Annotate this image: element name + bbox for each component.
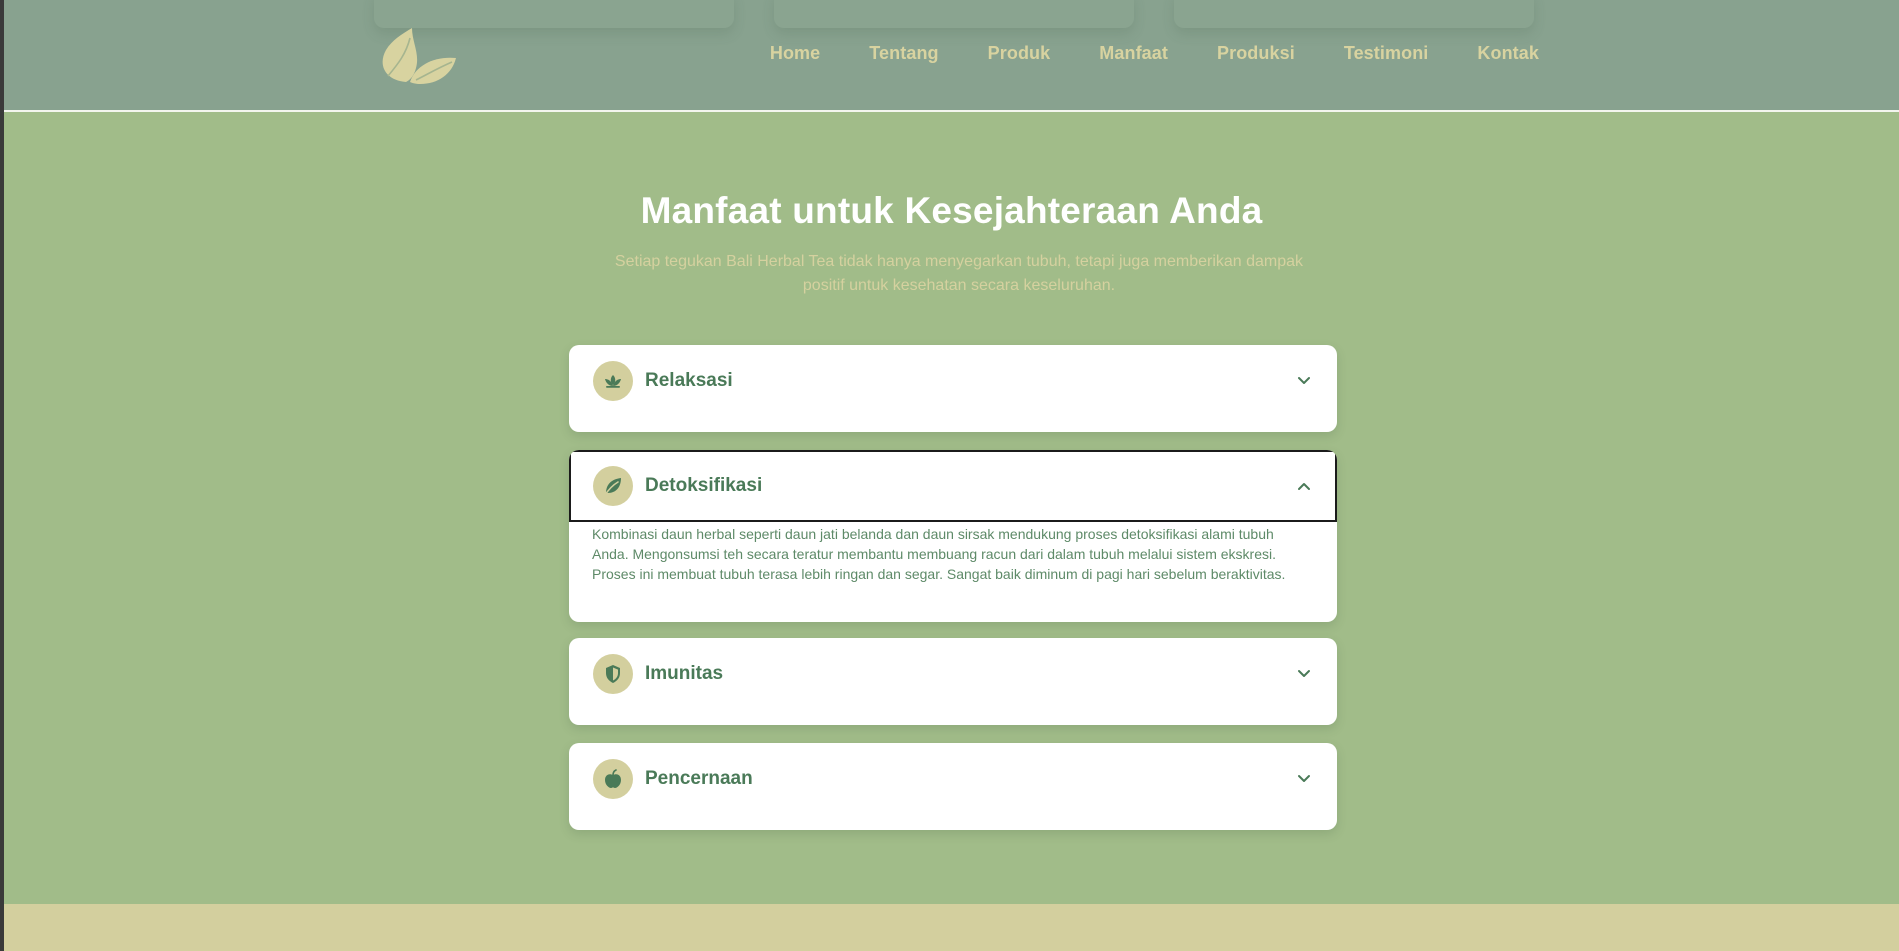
accordion-body-detoksifikasi: Kombinasi daun herbal seperti daun jati … — [592, 526, 1286, 582]
nav-produk[interactable]: Produk — [988, 43, 1051, 64]
leaf-icon — [593, 466, 633, 506]
accordion-header-imunitas[interactable]: Imunitas — [569, 638, 1337, 710]
lotus-icon — [593, 361, 633, 401]
accordion-header-pencernaan[interactable]: Pencernaan — [569, 743, 1337, 815]
chevron-down-icon[interactable] — [1295, 371, 1313, 389]
chevron-down-icon[interactable] — [1295, 664, 1313, 682]
site-header: Home Tentang Produk Manfaat Produksi Tes… — [4, 0, 1899, 112]
chevron-down-icon[interactable] — [1295, 769, 1313, 787]
nav-manfaat[interactable]: Manfaat — [1099, 43, 1168, 64]
tea-leaves-icon[interactable] — [376, 24, 460, 86]
ghost-card — [1174, 0, 1534, 28]
accordion-header-detoksifikasi[interactable]: Detoksifikasi — [569, 450, 1337, 522]
nav-produksi[interactable]: Produksi — [1217, 43, 1295, 64]
benefits-accordion: Relaksasi Detoksifikasi Kombinasi daun h… — [569, 345, 1337, 848]
apple-icon — [593, 759, 633, 799]
accordion-header-relaksasi[interactable]: Relaksasi — [569, 345, 1337, 417]
ghost-card — [774, 0, 1134, 28]
section-subtitle: Setiap tegukan Bali Herbal Tea tidak han… — [584, 250, 1334, 298]
subtitle-line-2: positif untuk kesehatan secara keseluruh… — [802, 277, 1116, 294]
accordion-title: Imunitas — [645, 663, 724, 684]
accordion-title: Pencernaan — [645, 768, 753, 789]
nav-kontak[interactable]: Kontak — [1477, 43, 1539, 64]
accordion-item-detoksifikasi: Detoksifikasi Kombinasi daun herbal sepe… — [569, 450, 1337, 622]
header-shadow-cards — [4, 0, 1899, 30]
accordion-title: Detoksifikasi — [645, 475, 763, 496]
section-title: Manfaat untuk Kesejahteraan Anda — [640, 190, 1263, 231]
chevron-up-icon[interactable] — [1295, 478, 1313, 496]
subtitle-line-1: Setiap tegukan Bali Herbal Tea tidak han… — [614, 253, 1304, 270]
accordion-item-relaksasi: Relaksasi — [569, 345, 1337, 432]
accordion-title: Relaksasi — [645, 370, 733, 391]
main-nav: Home Tentang Produk Manfaat Produksi Tes… — [770, 43, 1539, 64]
next-section-strip — [4, 904, 1899, 951]
nav-testimoni[interactable]: Testimoni — [1344, 43, 1429, 64]
nav-home[interactable]: Home — [770, 43, 820, 64]
nav-tentang[interactable]: Tentang — [869, 43, 938, 64]
page-viewport: Home Tentang Produk Manfaat Produksi Tes… — [4, 0, 1899, 951]
accordion-item-imunitas: Imunitas — [569, 638, 1337, 725]
shield-icon — [593, 654, 633, 694]
accordion-item-pencernaan: Pencernaan — [569, 743, 1337, 830]
